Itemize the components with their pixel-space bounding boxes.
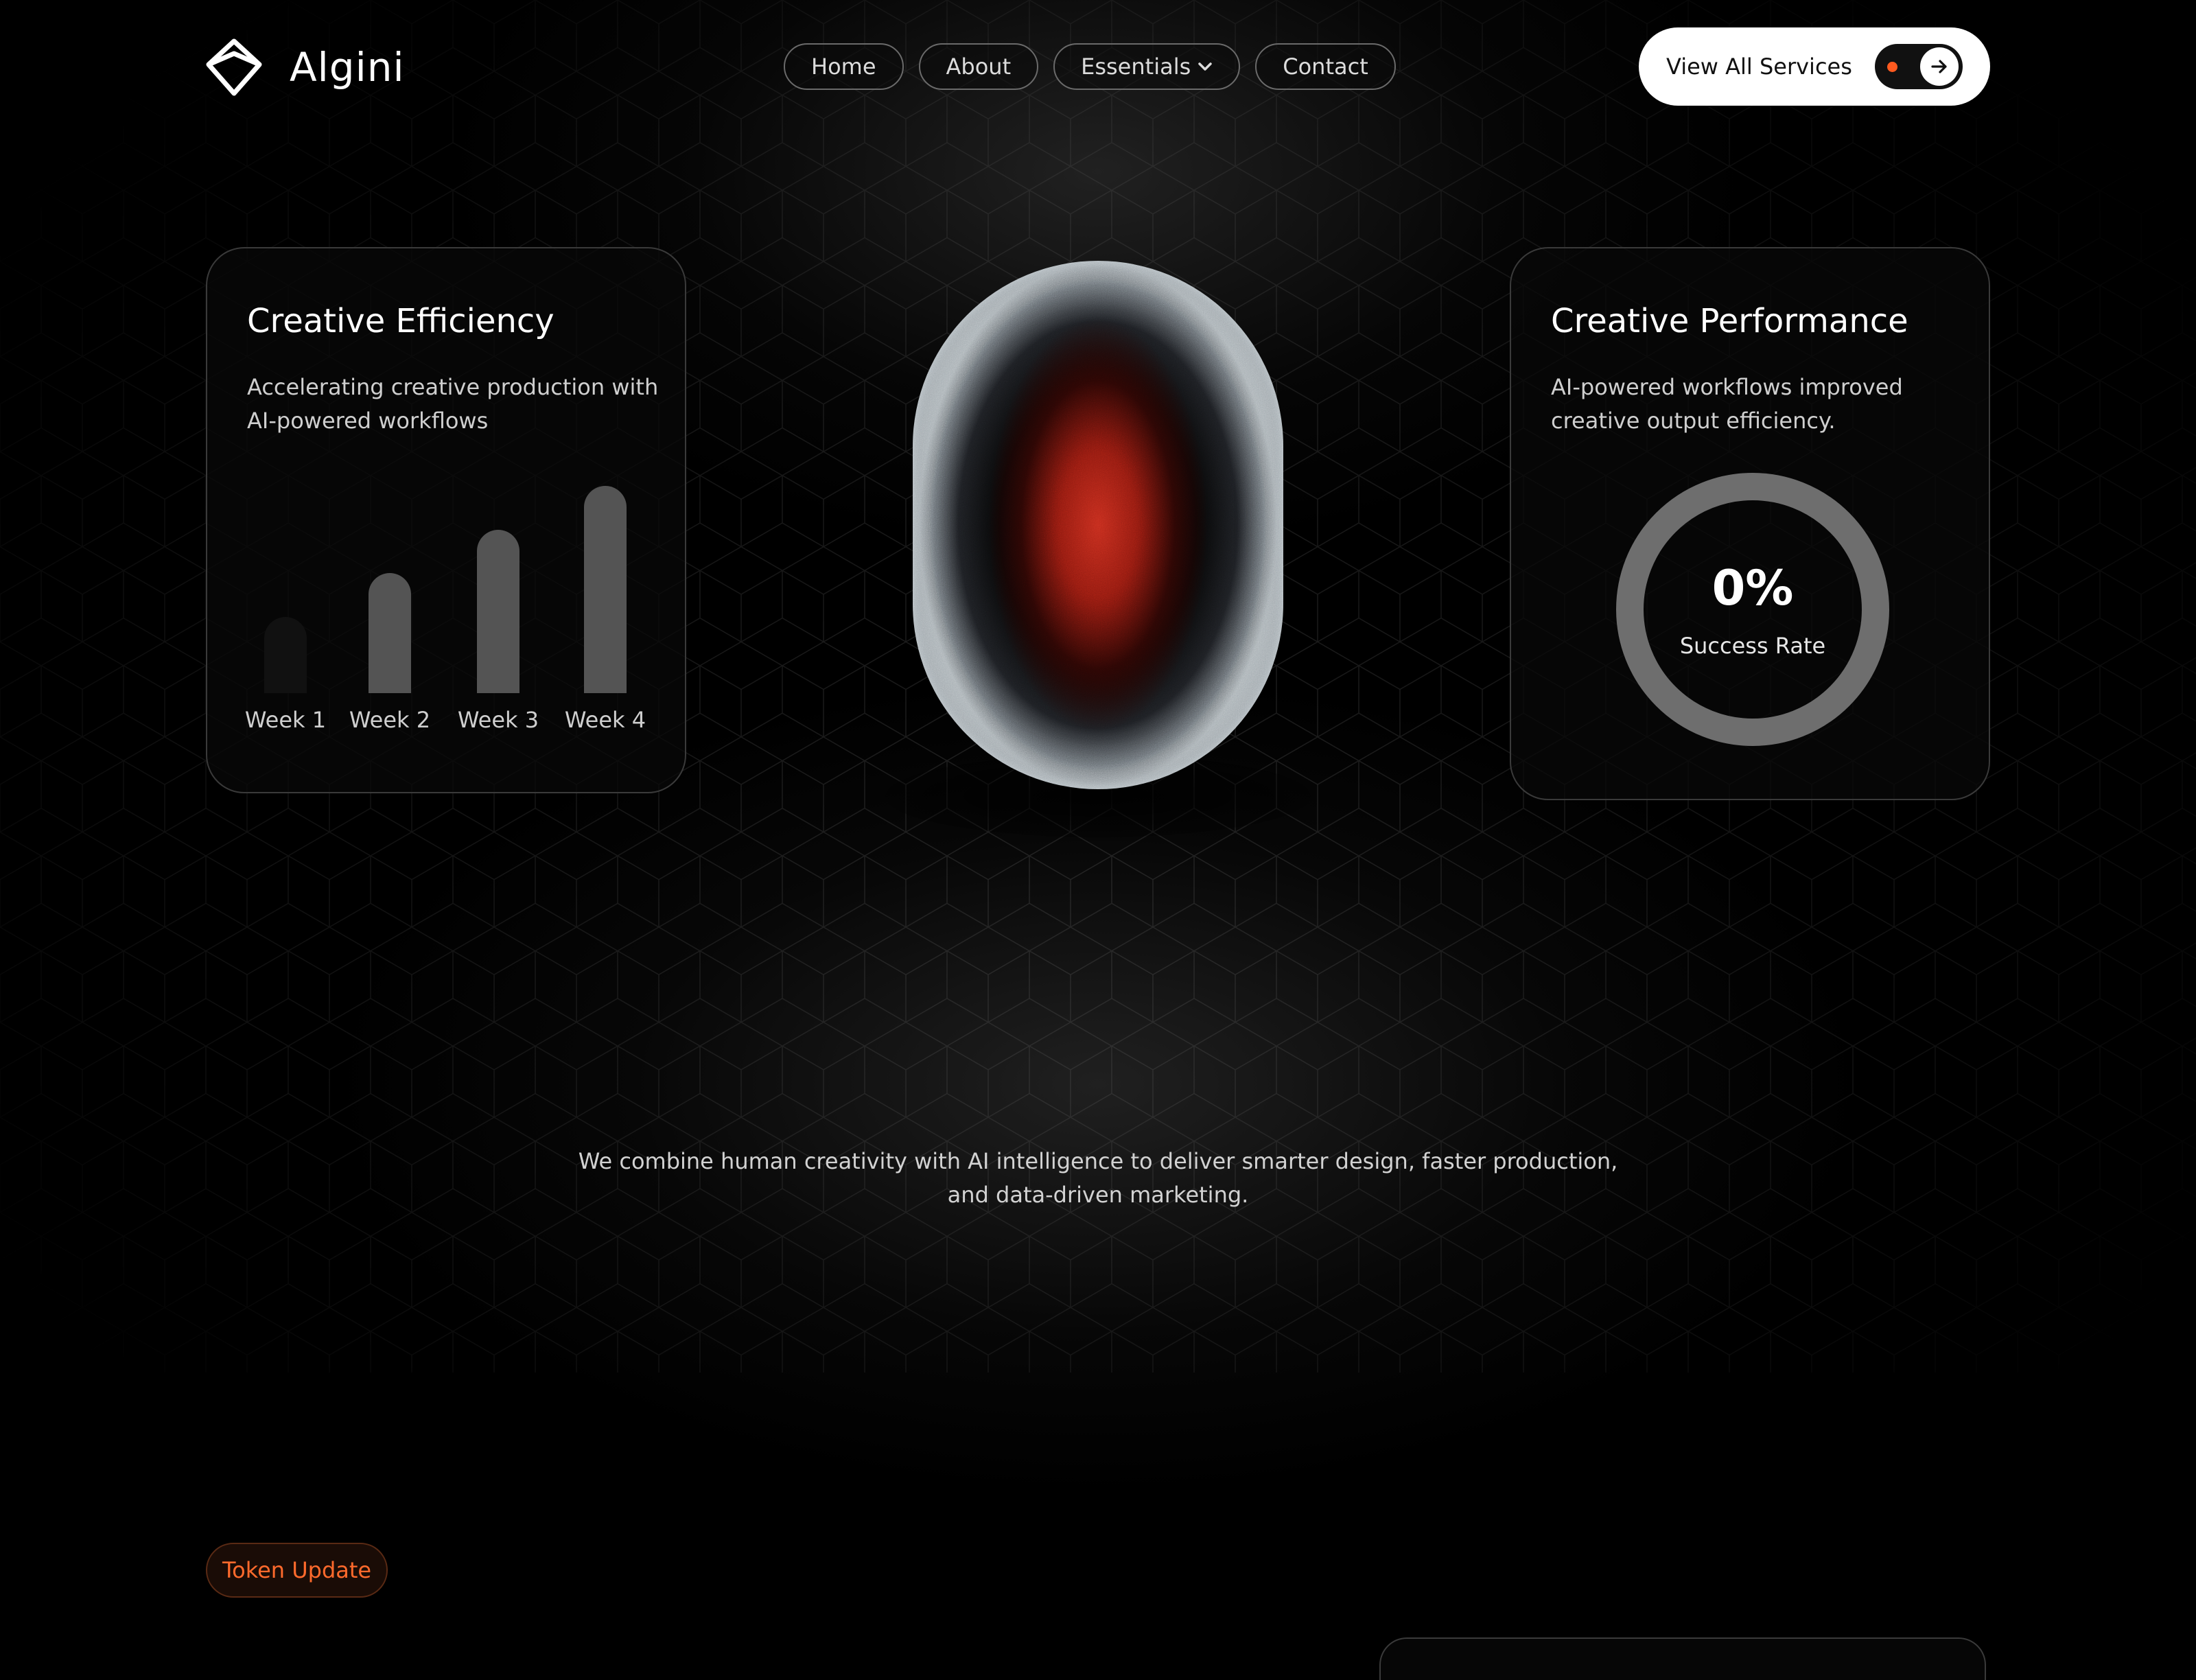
capsule-texture xyxy=(913,261,1283,789)
chart-tick-label: Week 4 xyxy=(564,707,646,733)
chart-bar-2 xyxy=(369,573,411,693)
nav-essentials-dropdown[interactable]: Essentials xyxy=(1053,43,1241,90)
diamond-logo-icon xyxy=(206,38,262,96)
creative-performance-card: Creative Performance AI-powered workflow… xyxy=(1510,247,1990,800)
nav-essentials-label: Essentials xyxy=(1081,54,1191,80)
main-nav: Home About Essentials Contact xyxy=(784,43,1396,90)
chart-bar-1 xyxy=(264,616,307,693)
cta-knob xyxy=(1920,47,1959,86)
creative-efficiency-card: Creative Efficiency Accelerating creativ… xyxy=(206,247,686,793)
nav-about[interactable]: About xyxy=(918,43,1039,90)
nav-contact[interactable]: Contact xyxy=(1255,43,1396,90)
glowing-capsule-3d-object xyxy=(913,261,1283,789)
weekly-bar-chart: Week 1 Week 2 Week 3 Week 4 xyxy=(207,248,688,795)
tagline-line-2: and data-driven marketing. xyxy=(947,1182,1249,1208)
bottom-panel xyxy=(1379,1637,1986,1680)
card-title: Creative Performance xyxy=(1551,302,1908,340)
ring-value: 0% xyxy=(1712,560,1794,616)
brand-name: Algini xyxy=(290,44,405,91)
brand-logo[interactable]: Algini xyxy=(206,38,405,96)
nav-home-label: Home xyxy=(811,54,876,80)
hero-tagline: We combine human creativity with AI inte… xyxy=(480,1145,1716,1212)
chart-tick-label: Week 2 xyxy=(349,707,431,733)
nav-about-label: About xyxy=(946,54,1012,80)
tagline-line-1: We combine human creativity with AI inte… xyxy=(578,1148,1618,1174)
success-rate-ring: 0% Success Rate xyxy=(1614,471,1891,748)
token-update-badge[interactable]: Token Update xyxy=(206,1543,388,1598)
token-update-label: Token Update xyxy=(222,1557,372,1583)
view-all-services-label: View All Services xyxy=(1666,54,1852,80)
nav-home[interactable]: Home xyxy=(784,43,904,90)
chart-bar-3 xyxy=(477,529,519,693)
view-all-services-button[interactable]: View All Services xyxy=(1639,27,1990,106)
cta-toggle xyxy=(1875,44,1963,89)
chart-tick-label: Week 3 xyxy=(457,707,539,733)
chart-bar-4 xyxy=(584,485,627,693)
chart-tick-label: Week 1 xyxy=(244,707,327,733)
card-description: AI-powered workflows improved creative o… xyxy=(1551,374,1903,434)
nav-contact-label: Contact xyxy=(1283,54,1368,80)
arrow-right-icon xyxy=(1931,60,1947,73)
status-dot xyxy=(1887,62,1897,72)
chevron-down-icon xyxy=(1198,62,1212,71)
ring-label: Success Rate xyxy=(1679,633,1826,659)
